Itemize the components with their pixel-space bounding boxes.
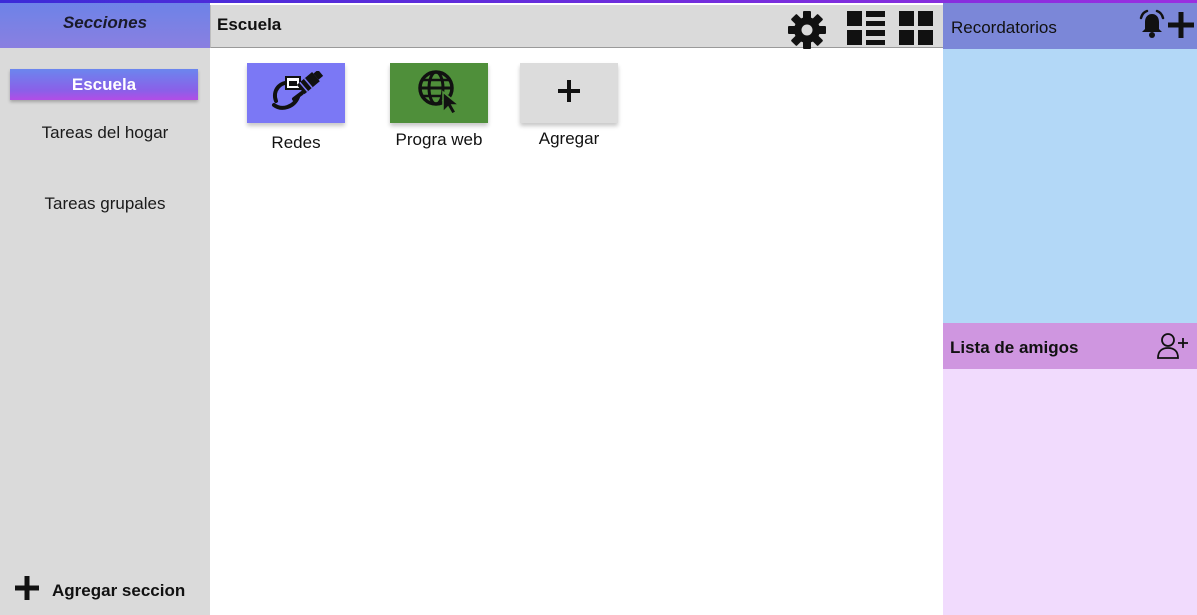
card-label: Progra web [395, 130, 483, 149]
sidebar-header: Secciones [0, 3, 210, 48]
sidebar-title: Secciones [62, 12, 148, 32]
plus-icon [556, 78, 582, 109]
sidebar-item-tareas-del-hogar[interactable]: Tareas del hogar [0, 117, 210, 149]
course-card-progra-web[interactable]: Progra web [390, 63, 488, 150]
page-title: Escuela [217, 15, 282, 34]
friends-header: Lista de amigos [943, 323, 1197, 369]
add-section-button[interactable]: Agregar seccion [14, 575, 185, 606]
card-tile[interactable] [247, 63, 345, 123]
network-cable-icon [268, 69, 324, 116]
list-view-icon[interactable] [845, 9, 887, 52]
add-reminder-plus-icon[interactable] [1167, 11, 1195, 44]
gear-icon[interactable] [786, 9, 828, 56]
card-tile[interactable] [520, 63, 618, 123]
reminders-title: Recordatorios [951, 18, 1057, 37]
card-tile[interactable] [390, 63, 488, 123]
reminders-list [943, 49, 1197, 323]
friends-title: Lista de amigos [950, 338, 1079, 357]
friends-list [943, 369, 1197, 615]
add-course-card[interactable]: Agregar [520, 63, 618, 149]
sidebar-item-escuela[interactable]: Escuela [10, 69, 198, 100]
reminders-header: Recordatorios [943, 3, 1197, 49]
alarm-bell-icon[interactable] [1137, 9, 1167, 44]
plus-icon [14, 575, 40, 606]
card-label: Redes [271, 133, 321, 152]
add-user-icon[interactable] [1157, 332, 1189, 365]
card-label: Agregar [538, 129, 600, 148]
sections-sidebar: Secciones Escuela Tareas del hogar Tarea… [0, 3, 210, 615]
add-section-label: Agregar seccion [52, 580, 186, 600]
course-card-redes[interactable]: Redes [247, 63, 345, 153]
sidebar-item-tareas-grupales[interactable]: Tareas grupales [0, 188, 210, 220]
globe-cursor-icon [416, 68, 462, 119]
main-header: Escuela [210, 5, 943, 49]
grid-view-icon[interactable] [897, 9, 935, 52]
